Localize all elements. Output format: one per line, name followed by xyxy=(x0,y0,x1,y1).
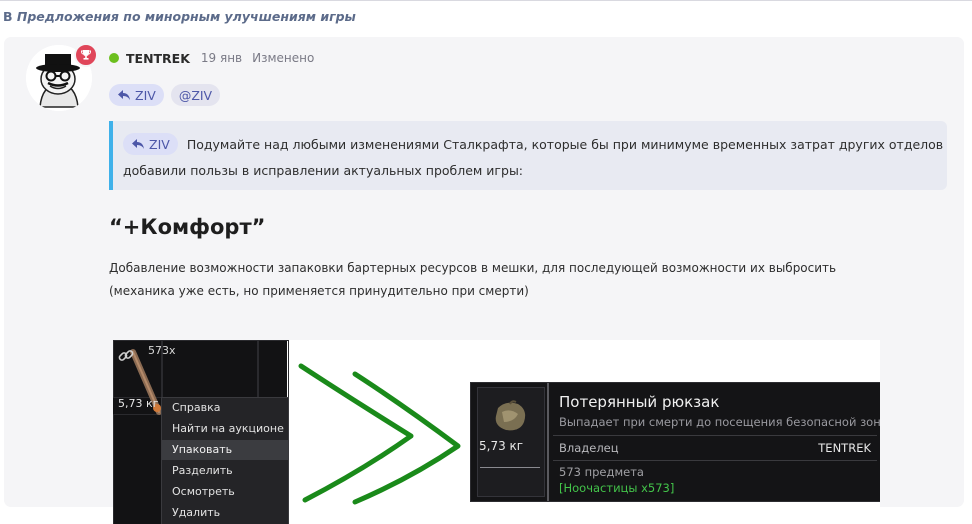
post-paragraph-line-1: Добавление возможности запаковки бартерн… xyxy=(109,261,837,275)
post-meta: TENTREK 19 янв Изменено xyxy=(109,49,314,67)
menu-item-pack[interactable]: Упаковать xyxy=(162,440,288,460)
tooltip-separator xyxy=(553,435,877,436)
inventory-cell xyxy=(257,340,289,398)
quote-author-chip[interactable]: ZIV xyxy=(123,133,178,155)
context-menu: Справка Найти на аукционе Упаковать Разд… xyxy=(161,397,289,524)
backpack-icon xyxy=(495,400,526,431)
post-paragraph-line-2: (механика уже есть, но применяется прину… xyxy=(109,284,529,298)
menu-item-delete[interactable]: Удалить xyxy=(162,503,288,523)
tooltip-item-count: 573 предмета xyxy=(559,465,644,479)
tooltip-separator xyxy=(553,460,877,461)
reply-to-name: ZIV xyxy=(135,87,156,103)
quote-text-line-2: добавили пользы в исправлении актуальных… xyxy=(123,163,524,178)
link-icon xyxy=(118,350,134,361)
stack-count: 573x xyxy=(148,344,176,357)
slot-divider xyxy=(480,467,540,468)
menu-item-help[interactable]: Справка xyxy=(162,398,288,418)
embedded-game-screenshot[interactable]: 573x 5,73 кг Справка Найти на аукционе У… xyxy=(113,340,880,524)
tooltip-contents: [Ноочастицы x573] xyxy=(559,481,675,495)
trophy-icon xyxy=(80,50,92,60)
quote-author-name: ZIV xyxy=(149,136,170,152)
owner-value: TENTREK xyxy=(818,441,871,455)
breadcrumb-topic-link[interactable]: Предложения по минорным улучшениям игры xyxy=(17,9,356,24)
reply-arrow-icon xyxy=(132,139,144,149)
tooltip-weight: 5,73 кг xyxy=(479,439,524,453)
breadcrumb: В Предложения по минорным улучшениям игр… xyxy=(3,9,356,24)
double-arrow-icon xyxy=(298,363,461,505)
post-heading: “+Комфорт” xyxy=(109,215,266,239)
post-date[interactable]: 19 янв xyxy=(201,51,242,65)
quote-text-line-1: Подумайте над любыми изменениями Сталкра… xyxy=(186,136,944,152)
menu-item-find-auction[interactable]: Найти на аукционе xyxy=(162,419,288,439)
mention-chip[interactable]: @ZIV xyxy=(170,84,221,106)
tooltip-divider xyxy=(547,383,549,501)
top-divider xyxy=(0,0,972,1)
trophy-badge xyxy=(74,43,98,67)
menu-item-split[interactable]: Разделить xyxy=(162,461,288,481)
forum-post: TENTREK 19 янв Изменено ZIV @ZIV ZIV Под… xyxy=(4,37,964,524)
owner-label: Владелец xyxy=(559,441,619,455)
breadcrumb-prefix: В xyxy=(3,9,13,24)
reply-chips: ZIV @ZIV xyxy=(109,84,221,106)
item-weight: 5,73 кг xyxy=(118,397,159,410)
item-tooltip: 5,73 кг Потерянный рюкзак Выпадает при с… xyxy=(470,382,880,502)
author-username[interactable]: TENTREK xyxy=(126,51,190,66)
quote-block: ZIV Подумайте над любыми изменениями Ста… xyxy=(109,121,947,190)
edited-label[interactable]: Изменено xyxy=(252,51,314,65)
reply-arrow-icon xyxy=(118,90,130,100)
menu-item-inspect[interactable]: Осмотреть xyxy=(162,482,288,502)
reply-to-chip[interactable]: ZIV xyxy=(109,84,164,106)
tooltip-subtitle: Выпадает при смерти до посещения безопас… xyxy=(559,415,880,429)
online-status-dot xyxy=(109,53,119,63)
tooltip-title: Потерянный рюкзак xyxy=(559,393,720,411)
inventory-panel: 573x 5,73 кг Справка Найти на аукционе У… xyxy=(113,340,289,524)
inventory-cell xyxy=(113,414,163,524)
